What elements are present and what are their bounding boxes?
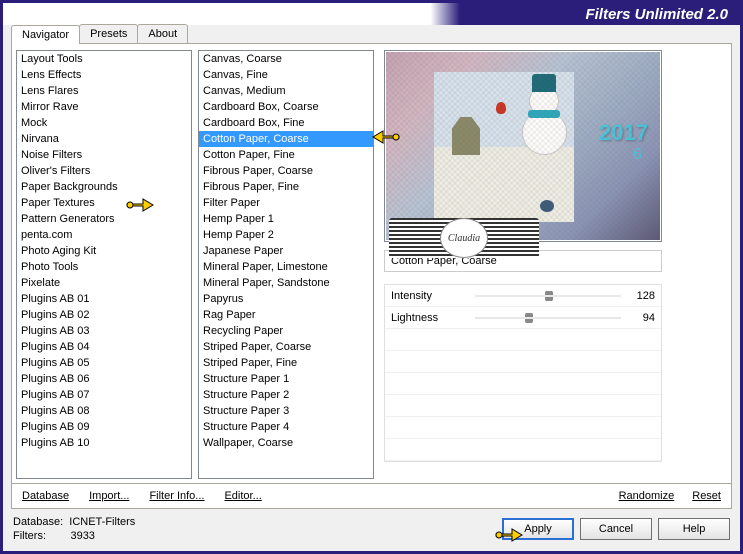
reset-button[interactable]: Reset — [692, 490, 721, 502]
tab-about[interactable]: About — [137, 24, 188, 43]
filter-item[interactable]: Cotton Paper, Fine — [199, 147, 373, 163]
filter-item[interactable]: Mineral Paper, Limestone — [199, 259, 373, 275]
import-button[interactable]: Import... — [89, 490, 129, 502]
category-item[interactable]: Oliver's Filters — [17, 163, 191, 179]
tab-strip: Navigator Presets About — [11, 24, 732, 44]
footer-bar: Database: ICNET-Filters Filters: 3933 Ap… — [3, 509, 740, 549]
preview-container: 2017 6 — [384, 50, 662, 242]
filter-item[interactable]: Mineral Paper, Sandstone — [199, 275, 373, 291]
filter-item[interactable]: Cardboard Box, Fine — [199, 115, 373, 131]
intensity-value: 128 — [637, 290, 655, 302]
db-label: Database: — [13, 516, 63, 528]
filter-item[interactable]: Canvas, Coarse — [199, 51, 373, 67]
tab-navigator[interactable]: Navigator — [11, 25, 80, 44]
category-item[interactable]: Plugins AB 06 — [17, 371, 191, 387]
category-item[interactable]: Lens Flares — [17, 83, 191, 99]
category-item[interactable]: Pixelate — [17, 275, 191, 291]
filter-item[interactable]: Structure Paper 3 — [199, 403, 373, 419]
filters-count-value: 3933 — [70, 530, 94, 542]
empty-slider-row — [385, 439, 661, 461]
category-item[interactable]: Lens Effects — [17, 67, 191, 83]
filter-item[interactable]: Rag Paper — [199, 307, 373, 323]
lightness-label: Lightness — [391, 312, 438, 324]
tab-presets[interactable]: Presets — [79, 24, 138, 43]
footer-buttons: Apply Cancel Help — [502, 518, 730, 540]
filter-item[interactable]: Hemp Paper 2 — [199, 227, 373, 243]
category-item[interactable]: Noise Filters — [17, 147, 191, 163]
category-item[interactable]: Paper Textures — [17, 195, 191, 211]
filters-count-label: Filters: — [13, 530, 46, 542]
db-value: ICNET-Filters — [69, 516, 135, 528]
footer-info: Database: ICNET-Filters Filters: 3933 — [13, 515, 135, 543]
help-button[interactable]: Help — [658, 518, 730, 540]
title-bar: Filters Unlimited 2.0 — [3, 3, 740, 25]
filter-item[interactable]: Striped Paper, Fine — [199, 355, 373, 371]
category-item[interactable]: Plugins AB 04 — [17, 339, 191, 355]
category-list[interactable]: Layout ToolsLens EffectsLens FlaresMirro… — [16, 50, 192, 479]
lightness-slider[interactable]: Lightness 94 — [385, 307, 661, 329]
filter-item[interactable]: Cardboard Box, Coarse — [199, 99, 373, 115]
intensity-thumb[interactable] — [545, 291, 553, 301]
filter-item[interactable]: Papyrus — [199, 291, 373, 307]
category-item[interactable]: Plugins AB 05 — [17, 355, 191, 371]
category-item[interactable]: Plugins AB 08 — [17, 403, 191, 419]
preview-image: 2017 6 — [386, 52, 660, 240]
lightness-value: 94 — [643, 312, 655, 324]
filter-item[interactable]: Structure Paper 2 — [199, 387, 373, 403]
lightness-thumb[interactable] — [525, 313, 533, 323]
filter-item[interactable]: Hemp Paper 1 — [199, 211, 373, 227]
category-item[interactable]: Photo Tools — [17, 259, 191, 275]
watermark-text: Claudia — [440, 218, 488, 258]
category-item[interactable]: penta.com — [17, 227, 191, 243]
category-item[interactable]: Photo Aging Kit — [17, 243, 191, 259]
filter-item[interactable]: Japanese Paper — [199, 243, 373, 259]
apply-button[interactable]: Apply — [502, 518, 574, 540]
app-title: Filters Unlimited 2.0 — [585, 6, 728, 23]
empty-slider-row — [385, 395, 661, 417]
empty-slider-row — [385, 351, 661, 373]
category-item[interactable]: Mock — [17, 115, 191, 131]
navigator-panel: Layout ToolsLens EffectsLens FlaresMirro… — [11, 44, 732, 484]
content-area: Navigator Presets About Layout ToolsLens… — [3, 24, 740, 509]
intensity-slider[interactable]: Intensity 128 — [385, 285, 661, 307]
editor-button[interactable]: Editor... — [224, 490, 261, 502]
category-item[interactable]: Plugins AB 01 — [17, 291, 191, 307]
category-item[interactable]: Paper Backgrounds — [17, 179, 191, 195]
intensity-label: Intensity — [391, 290, 432, 302]
category-item[interactable]: Nirvana — [17, 131, 191, 147]
link-button-row: Database Import... Filter Info... Editor… — [11, 484, 732, 509]
filter-list[interactable]: Canvas, CoarseCanvas, FineCanvas, Medium… — [198, 50, 374, 479]
category-item[interactable]: Plugins AB 02 — [17, 307, 191, 323]
filters-unlimited-window: Filters Unlimited 2.0 Navigator Presets … — [0, 0, 743, 554]
filter-item[interactable]: Wallpaper, Coarse — [199, 435, 373, 451]
category-item[interactable]: Mirror Rave — [17, 99, 191, 115]
category-item[interactable]: Plugins AB 03 — [17, 323, 191, 339]
filter-item[interactable]: Cotton Paper, Coarse — [199, 131, 373, 147]
filter-item[interactable]: Canvas, Medium — [199, 83, 373, 99]
category-item[interactable]: Plugins AB 09 — [17, 419, 191, 435]
category-item[interactable]: Pattern Generators — [17, 211, 191, 227]
category-item[interactable]: Plugins AB 10 — [17, 435, 191, 451]
filter-item[interactable]: Filter Paper — [199, 195, 373, 211]
database-button[interactable]: Database — [22, 490, 69, 502]
filter-info-button[interactable]: Filter Info... — [149, 490, 204, 502]
filter-item[interactable]: Striped Paper, Coarse — [199, 339, 373, 355]
filter-item[interactable]: Fibrous Paper, Coarse — [199, 163, 373, 179]
randomize-button[interactable]: Randomize — [619, 490, 675, 502]
claudia-watermark: Claudia — [389, 218, 539, 258]
category-item[interactable]: Layout Tools — [17, 51, 191, 67]
filter-item[interactable]: Structure Paper 1 — [199, 371, 373, 387]
category-item[interactable]: Plugins AB 07 — [17, 387, 191, 403]
texture-overlay — [386, 52, 660, 240]
empty-slider-row — [385, 373, 661, 395]
filter-item[interactable]: Recycling Paper — [199, 323, 373, 339]
filter-item[interactable]: Fibrous Paper, Fine — [199, 179, 373, 195]
empty-slider-row — [385, 329, 661, 351]
cancel-button[interactable]: Cancel — [580, 518, 652, 540]
empty-slider-row — [385, 417, 661, 439]
filter-item[interactable]: Structure Paper 4 — [199, 419, 373, 435]
sliders-panel: Intensity 128 Lightness 94 — [384, 284, 662, 462]
filter-item[interactable]: Canvas, Fine — [199, 67, 373, 83]
right-panel: 2017 6 Cotton Paper, Coarse Intensity 12… — [380, 50, 727, 479]
